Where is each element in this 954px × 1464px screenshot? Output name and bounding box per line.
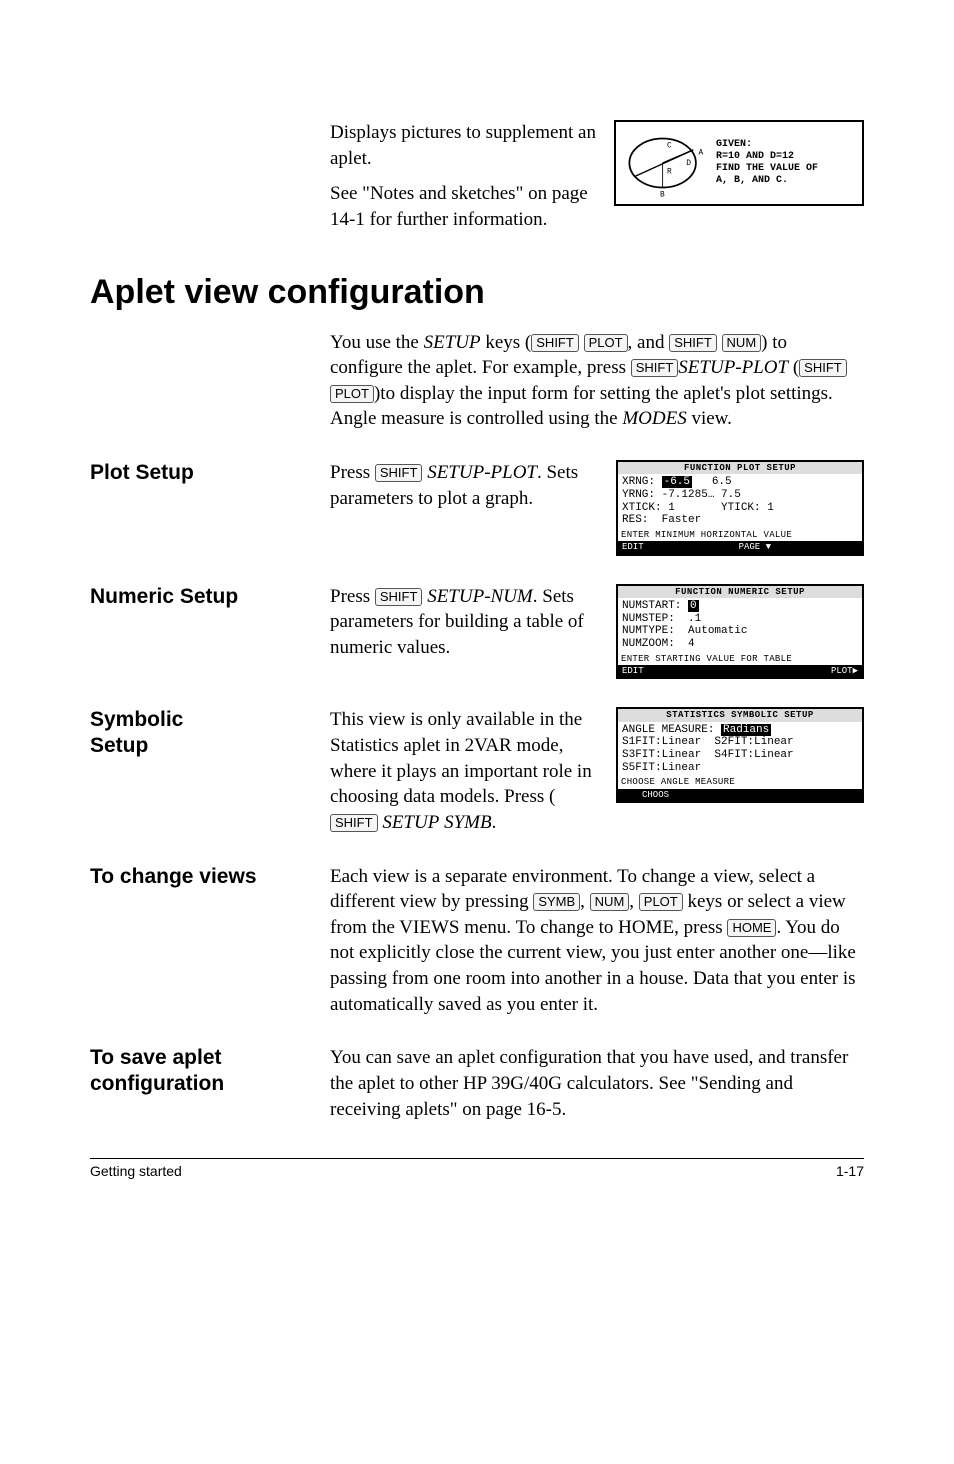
key-shift: SHIFT	[631, 359, 679, 377]
label-plot-setup: Plot Setup	[90, 460, 330, 485]
given-l1: R=10 AND D=12	[716, 151, 818, 163]
svg-text:D: D	[686, 159, 691, 168]
key-shift: SHIFT	[330, 814, 378, 832]
given-l3: A, B, AND C.	[716, 175, 818, 187]
key-num: NUM	[722, 334, 762, 352]
change-views-body: Each view is a separate environment. To …	[330, 864, 864, 1018]
svg-text:B: B	[660, 190, 665, 198]
key-shift: SHIFT	[669, 334, 717, 352]
heading-aplet-view-config: Aplet view configuration	[90, 273, 864, 312]
key-plot: PLOT	[584, 334, 628, 352]
intro-p2: See "Notes and sketches" on page 14-1 fo…	[330, 181, 598, 232]
label-save-aplet: To save aplet configuration	[90, 1045, 330, 1095]
intro-p1: Displays pictures to supplement an aplet…	[330, 120, 598, 171]
key-shift: SHIFT	[799, 359, 847, 377]
label-change-views: To change views	[90, 864, 330, 889]
key-plot: PLOT	[330, 385, 374, 403]
given-label: GIVEN:	[716, 139, 818, 151]
plot-setup-screenshot: FUNCTION PLOT SETUP XRNG: -6.5 6.5 YRNG:…	[616, 460, 864, 556]
svg-text:A: A	[699, 148, 704, 157]
symbolic-setup-screenshot: STATISTICS SYMBOLIC SETUP ANGLE MEASURE:…	[616, 707, 864, 803]
symbolic-setup-body: This view is only available in the Stati…	[330, 707, 602, 835]
sketch-screenshot: C A R D B GIVEN: R=10 AND D=12 FIND THE …	[614, 120, 864, 206]
key-symb: SYMB	[533, 893, 580, 911]
svg-text:R: R	[667, 168, 672, 177]
key-num: NUM	[590, 893, 630, 911]
footer-right: 1-17	[836, 1163, 864, 1179]
footer-left: Getting started	[90, 1163, 182, 1179]
key-shift: SHIFT	[375, 588, 423, 606]
plot-setup-body: Press SHIFT SETUP-PLOT. Sets parameters …	[330, 460, 602, 511]
key-home: HOME	[727, 919, 776, 937]
given-l2: FIND THE VALUE OF	[716, 163, 818, 175]
svg-text:C: C	[667, 141, 672, 150]
label-symbolic-setup: Symbolic Setup	[90, 707, 330, 757]
key-shift: SHIFT	[375, 464, 423, 482]
circle-sketch-icon: C A R D B	[622, 128, 712, 198]
key-shift: SHIFT	[531, 334, 579, 352]
save-aplet-body: You can save an aplet configuration that…	[330, 1045, 864, 1122]
label-numeric-setup: Numeric Setup	[90, 584, 330, 609]
footer-divider	[90, 1158, 864, 1159]
numeric-setup-screenshot: FUNCTION NUMERIC SETUP NUMSTART: 0 NUMST…	[616, 584, 864, 680]
key-plot: PLOT	[639, 893, 683, 911]
config-intro: You use the SETUP keys (SHIFT PLOT, and …	[330, 330, 864, 433]
numeric-setup-body: Press SHIFT SETUP-NUM. Sets parameters f…	[330, 584, 602, 661]
